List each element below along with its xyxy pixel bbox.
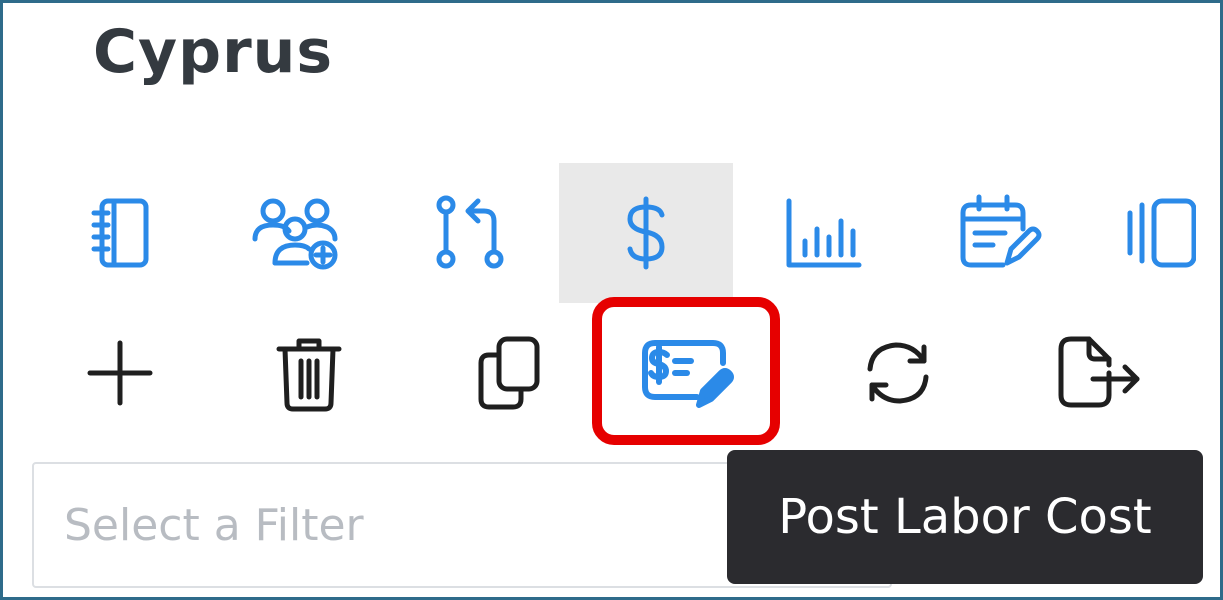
- panel-icon: [1127, 198, 1196, 268]
- bar-chart-icon: [786, 198, 862, 268]
- nav-calendar-edit-button[interactable]: [913, 163, 1087, 303]
- nav-notebook-button[interactable]: [33, 163, 207, 303]
- post-labor-cost-icon: [642, 340, 734, 408]
- copy-icon: [478, 336, 540, 410]
- tooltip-text: Post Labor Cost: [778, 489, 1152, 545]
- nav-branch-merge-button[interactable]: [383, 163, 557, 303]
- export-icon: [1058, 336, 1140, 408]
- export-button[interactable]: [1013, 303, 1183, 443]
- branch-merge-icon: [436, 195, 504, 269]
- notebook-icon: [91, 198, 149, 268]
- plus-icon: [87, 340, 153, 406]
- people-add-icon: [252, 198, 338, 270]
- app-frame: Cyprus Select a Filter Post Labor Cost: [0, 0, 1223, 600]
- refresh-icon: [867, 342, 929, 404]
- refresh-button[interactable]: [813, 303, 983, 443]
- nav-bar-chart-button[interactable]: [736, 163, 910, 303]
- nav-dollar-button[interactable]: [559, 163, 733, 303]
- add-button[interactable]: [35, 303, 205, 443]
- calendar-edit-icon: [960, 194, 1042, 268]
- copy-button[interactable]: [424, 303, 594, 443]
- delete-button[interactable]: [224, 303, 394, 443]
- dollar-icon: [627, 196, 665, 270]
- nav-panel-button[interactable]: [1089, 163, 1223, 303]
- page-title: Cyprus: [93, 17, 334, 87]
- post-labor-cost-button[interactable]: [617, 303, 757, 443]
- nav-people-add-button[interactable]: [208, 163, 382, 303]
- tooltip: Post Labor Cost: [727, 450, 1203, 584]
- trash-icon: [276, 338, 342, 412]
